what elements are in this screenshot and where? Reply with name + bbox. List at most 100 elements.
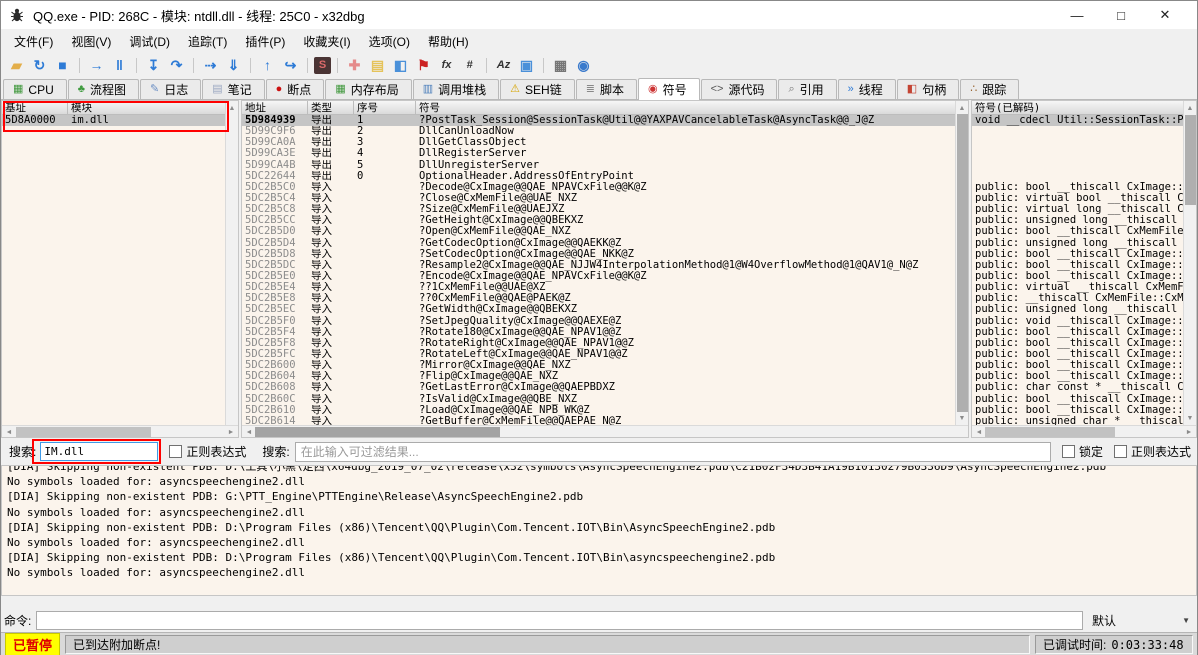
toolbar-comments-icon[interactable]: ▤ [367, 55, 388, 75]
decoded-symbol-row[interactable]: public: bool __thiscall CxImage::Mirror(… [972, 360, 1183, 371]
column-header-decoded-symbol[interactable]: 符号(已解码) [972, 101, 1196, 114]
menu-item-options[interactable]: 选项(O) [360, 30, 419, 53]
column-header-module[interactable]: 模块 [68, 101, 238, 114]
symbol-row[interactable]: 5D99CA4B导出5DllUnregisterServer [242, 160, 955, 171]
toolbar-close-icon[interactable]: ■ [52, 55, 73, 75]
lock-checkbox[interactable] [1062, 445, 1075, 458]
tab-memory-map[interactable]: ▦内存布局 [325, 79, 411, 99]
symbol-row[interactable]: 5DC2B5E0导入?Encode@CxImage@@QAE_NPAVCxFil… [242, 271, 955, 282]
decoded-symbol-row[interactable]: public: bool __thiscall CxImage::Decode(… [972, 182, 1183, 193]
tab-threads[interactable]: »线程 [838, 79, 896, 99]
decoded-symbol-row[interactable]: public: unsigned long __thiscall CxImage… [972, 215, 1183, 226]
symbol-regex-checkbox[interactable] [1114, 445, 1127, 458]
menu-item-view[interactable]: 视图(V) [62, 30, 120, 53]
scroll-up-arrow[interactable]: ▲ [1184, 102, 1196, 114]
toolbar-strings-icon[interactable]: Az [493, 55, 514, 75]
toolbar-step-over-icon[interactable]: ↷ [166, 55, 187, 75]
modules-vertical-scrollbar[interactable]: ▲ [225, 101, 238, 425]
symbol-row[interactable]: 5DC22644导出0OptionalHeader.AddressOfEntry… [242, 171, 955, 182]
scroll-left-arrow[interactable]: ◄ [973, 426, 985, 438]
column-header-ordinal[interactable]: 序号 [354, 101, 416, 114]
toolbar-patches-icon[interactable]: ✚ [344, 55, 365, 75]
toolbar-labels-icon[interactable]: ◧ [390, 55, 411, 75]
symbol-row[interactable]: 5DC2B5D0导入?Open@CxMemFile@@QAE_NXZ [242, 226, 955, 237]
symbol-row[interactable]: 5DC2B5D4导入?GetCodecOption@CxImage@@QAEKK… [242, 238, 955, 249]
symbol-row[interactable]: 5D99CA0A导出3DllGetClassObject [242, 137, 955, 148]
modules-horizontal-scrollbar[interactable]: ◄ ► [2, 425, 238, 437]
toolbar-open-icon[interactable]: ▰ [6, 55, 27, 75]
decoded-symbol-row[interactable]: public: bool __thiscall CxImage::Flip(vo… [972, 371, 1183, 382]
scroll-right-arrow[interactable]: ► [1183, 426, 1195, 438]
close-button[interactable]: ✕ [1143, 2, 1187, 28]
decoded-symbol-row[interactable] [972, 160, 1183, 171]
symbol-row[interactable]: 5D984939导出1?PostTask_Session@SessionTask… [242, 115, 955, 126]
tab-breakpoints[interactable]: ●断点 [266, 79, 325, 99]
decoded-symbol-row[interactable]: public: virtual bool __thiscall CxMemFil… [972, 193, 1183, 204]
decoded-symbol-row[interactable]: public: void __thiscall CxImage::SetJpeg… [972, 316, 1183, 327]
tab-seh-chain[interactable]: ⚠SEH链 [500, 79, 575, 99]
toolbar-animate-into-icon[interactable]: ⇢ [200, 55, 221, 75]
symbols-vertical-scrollbar[interactable]: ▲ ▼ [955, 101, 968, 425]
symbol-row[interactable]: 5DC2B5EC导入?GetWidth@CxImage@@QBEKXZ [242, 304, 955, 315]
symbol-row[interactable]: 5DC2B5F8导入?RotateRight@CxImage@@QAE_NPAV… [242, 338, 955, 349]
symbol-row[interactable]: 5DC2B5C0导入?Decode@CxImage@@QAE_NPAVCxFil… [242, 182, 955, 193]
toolbar-run-to-user-code-icon[interactable]: ↪ [280, 55, 301, 75]
symbol-row[interactable]: 5DC2B608导入?GetLastError@CxImage@@QAEPBDX… [242, 382, 955, 393]
toolbar-functions-icon[interactable]: fx [436, 55, 457, 75]
menu-item-file[interactable]: 文件(F) [5, 30, 62, 53]
minimize-button[interactable]: — [1055, 2, 1099, 28]
decoded-symbol-row[interactable]: public: bool __thiscall CxImage::IsValid… [972, 394, 1183, 405]
scroll-right-arrow[interactable]: ► [225, 426, 237, 438]
symbol-row[interactable]: 5DC2B5CC导入?GetHeight@CxImage@@QBEKXZ [242, 215, 955, 226]
module-regex-checkbox[interactable] [169, 445, 182, 458]
decoded-symbol-row[interactable]: public: bool __thiscall CxImage::Rotate1… [972, 327, 1183, 338]
menu-item-trace[interactable]: 追踪(T) [179, 30, 236, 53]
decoded-symbol-row[interactable] [972, 148, 1183, 159]
scrollbar-thumb[interactable] [255, 427, 500, 437]
symbols-horizontal-scrollbar[interactable]: ◄ [242, 425, 968, 437]
menu-item-favourites[interactable]: 收藏夹(I) [294, 30, 359, 53]
column-header-symbol[interactable]: 符号 [416, 101, 968, 114]
scrollbar-thumb[interactable] [957, 114, 968, 412]
menu-item-help[interactable]: 帮助(H) [419, 30, 478, 53]
toolbar-step-out-icon[interactable]: ⇓ [223, 55, 244, 75]
scroll-down-arrow[interactable]: ▼ [1184, 412, 1196, 424]
symbol-row[interactable]: 5DC2B5C8导入?Size@CxMemFile@@UAEJXZ [242, 204, 955, 215]
symbol-row[interactable]: 5DC2B604导入?Flip@CxImage@@QAE_NXZ [242, 371, 955, 382]
decoded-symbol-row[interactable]: public: unsigned long __thiscall CxImage… [972, 304, 1183, 315]
decoded-symbol-row[interactable]: public: virtual __thiscall CxMemFile::~C… [972, 282, 1183, 293]
symbol-row[interactable]: 5D99CA3E导出4DllRegisterServer [242, 148, 955, 159]
decoded-symbol-row[interactable]: public: virtual long __thiscall CxMemFil… [972, 204, 1183, 215]
decoded-symbol-row[interactable]: public: bool __thiscall CxImage::Load(wc… [972, 405, 1183, 416]
decoded-symbol-row[interactable] [972, 126, 1183, 137]
tab-handles[interactable]: ◧句柄 [897, 79, 959, 99]
symbol-row[interactable]: 5DC2B60C导入?IsValid@CxImage@@QBE_NXZ [242, 394, 955, 405]
scrollbar-thumb[interactable] [16, 427, 151, 437]
symbol-row[interactable]: 5DC2B5C4导入?Close@CxMemFile@@UAE_NXZ [242, 193, 955, 204]
toolbar-attach-icon[interactable]: ▣ [516, 55, 537, 75]
symbol-filter-input[interactable] [295, 442, 1051, 462]
scroll-up-arrow[interactable]: ▲ [956, 102, 968, 114]
module-search-input[interactable] [40, 442, 158, 461]
decoded-symbol-row[interactable]: public: bool __thiscall CxImage::SetCode… [972, 249, 1183, 260]
tab-graph[interactable]: ♣流程图 [68, 79, 139, 99]
decoded-symbol-row[interactable]: public: unsigned long __thiscall CxImage… [972, 238, 1183, 249]
symbol-row[interactable]: 5DC2B5E8导入??0CxMemFile@@QAE@PAEK@Z [242, 293, 955, 304]
menu-item-plugins[interactable]: 插件(P) [236, 30, 294, 53]
tab-source[interactable]: <>源代码 [701, 79, 778, 99]
column-header-base[interactable]: 基址 [2, 101, 68, 114]
scroll-up-arrow[interactable]: ▲ [226, 102, 238, 114]
symbol-row[interactable]: 5DC2B5F4导入?Rotate180@CxImage@@QAE_NPAV1@… [242, 327, 955, 338]
toolbar-step-into-icon[interactable]: ↧ [143, 55, 164, 75]
symbol-row[interactable]: 5D99C9F6导出2DllCanUnloadNow [242, 126, 955, 137]
symbol-row[interactable]: 5DC2B5E4导入??1CxMemFile@@UAE@XZ [242, 282, 955, 293]
maximize-button[interactable]: □ [1099, 2, 1143, 28]
symbol-row[interactable]: 5DC2B610导入?Load@CxImage@@QAE_NPB_WK@Z [242, 405, 955, 416]
decoded-vertical-scrollbar[interactable]: ▲ ▼ [1183, 101, 1196, 425]
column-header-address[interactable]: 地址 [242, 101, 308, 114]
tab-symbols[interactable]: ◉符号 [638, 78, 700, 100]
toolbar-execute-till-return-icon[interactable]: ↑ [257, 55, 278, 75]
scroll-left-arrow[interactable]: ◄ [3, 426, 15, 438]
toolbar-pause-icon[interactable]: ‖ [109, 55, 130, 75]
tab-call-stack[interactable]: ▥调用堆栈 [413, 79, 499, 99]
